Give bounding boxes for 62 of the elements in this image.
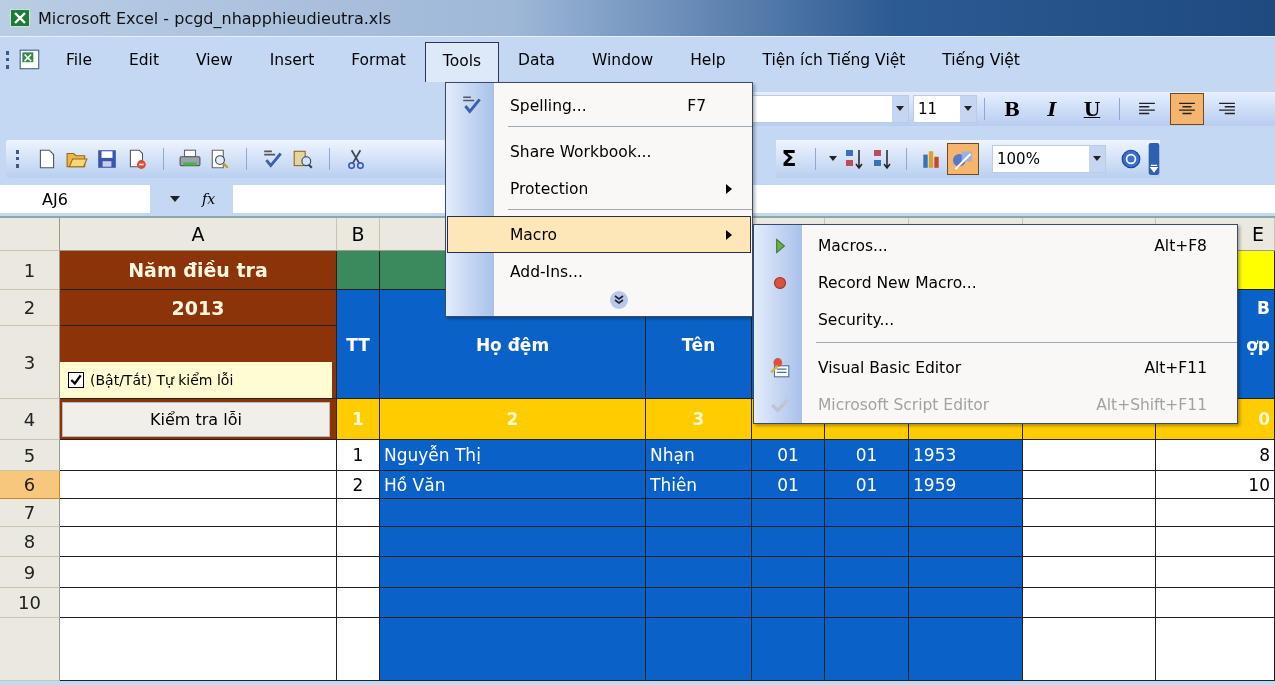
table-cell: 1: [337, 399, 380, 440]
autosum-button[interactable]: Σ: [776, 143, 802, 174]
menu-item[interactable]: View: [177, 40, 251, 79]
row-header[interactable]: 6: [0, 471, 60, 499]
menu-item[interactable]: Format: [333, 40, 424, 79]
table-cell: Năm điều tra: [60, 251, 337, 290]
table-cell: Nhạn: [646, 440, 752, 471]
row-header[interactable]: 3: [0, 326, 60, 399]
font-size-field[interactable]: 11: [913, 94, 977, 123]
table-cell: 01: [825, 440, 909, 471]
table-cell: TT: [337, 326, 380, 399]
table-cell: 2013: [60, 290, 337, 326]
menu-item[interactable]: Tiện ích Tiếng Việt: [744, 40, 924, 79]
menu-item[interactable]: Help: [672, 40, 744, 79]
table-cell: 8: [1156, 440, 1275, 471]
table-cell: 1959: [909, 471, 1023, 499]
table-cell: 10: [1156, 471, 1275, 499]
italic-button[interactable]: I: [1036, 93, 1068, 124]
menu-item[interactable]: Spelling... F7: [447, 87, 751, 124]
window-title: Microsoft Excel - pcgd_nhapphieudieutra.xls: [38, 8, 392, 28]
menu-item[interactable]: Insert: [251, 40, 333, 79]
table-cell: 01: [825, 471, 909, 499]
menu-item[interactable]: Window: [574, 40, 672, 79]
table-cell: Tên: [646, 326, 752, 399]
check-errors-button[interactable]: Kiểm tra lỗi: [62, 402, 330, 437]
table-cell: 3: [646, 399, 752, 440]
menu-item[interactable]: File: [48, 40, 110, 79]
zoom-field[interactable]: 100%: [992, 144, 1106, 173]
menu-item[interactable]: Edit: [110, 40, 177, 79]
menu-item[interactable]: Protection: [447, 170, 751, 207]
column-header[interactable]: B: [337, 218, 380, 251]
menu-item[interactable]: Macros... Alt+F8: [755, 227, 1236, 264]
menu-item[interactable]: Macro: [447, 216, 751, 253]
row-header[interactable]: 9: [0, 557, 60, 588]
row-header[interactable]: 1: [0, 251, 60, 290]
row-header[interactable]: 7: [0, 499, 60, 527]
table-cell: 1: [337, 440, 380, 471]
table-cell: 01: [752, 471, 825, 499]
menu-item[interactable]: Share Workbook...: [447, 133, 751, 170]
row-header[interactable]: 8: [0, 527, 60, 557]
function-label[interactable]: fx: [202, 191, 216, 207]
table-cell: 01: [752, 440, 825, 471]
row-header[interactable]: 5: [0, 440, 60, 471]
name-box[interactable]: AJ6: [0, 185, 150, 213]
table-cell: Họ đệm: [380, 326, 646, 399]
table-cell: Nguyễn Thị: [380, 440, 646, 471]
row-header[interactable]: 2: [0, 290, 60, 326]
menu-item[interactable]: Add-Ins...: [447, 253, 751, 290]
menu-item[interactable]: Data: [500, 40, 574, 79]
menu-item[interactable]: Tiếng Việt: [924, 40, 1038, 79]
column-header[interactable]: A: [60, 218, 337, 251]
menu-item[interactable]: Tools: [424, 41, 500, 82]
row-header[interactable]: 10: [0, 588, 60, 618]
checkbox-label: (Bật/Tắt) Tự kiểm lỗi: [90, 372, 234, 388]
table-cell: 1953: [909, 440, 1023, 471]
table-cell: 2: [380, 399, 646, 440]
underline-button[interactable]: U: [1076, 93, 1108, 124]
table-cell: 2: [337, 471, 380, 499]
table-cell: Thiên: [646, 471, 752, 499]
table-cell: Hồ Văn: [380, 471, 646, 499]
row-header[interactable]: 4: [0, 399, 60, 440]
bold-button[interactable]: B: [996, 93, 1028, 124]
